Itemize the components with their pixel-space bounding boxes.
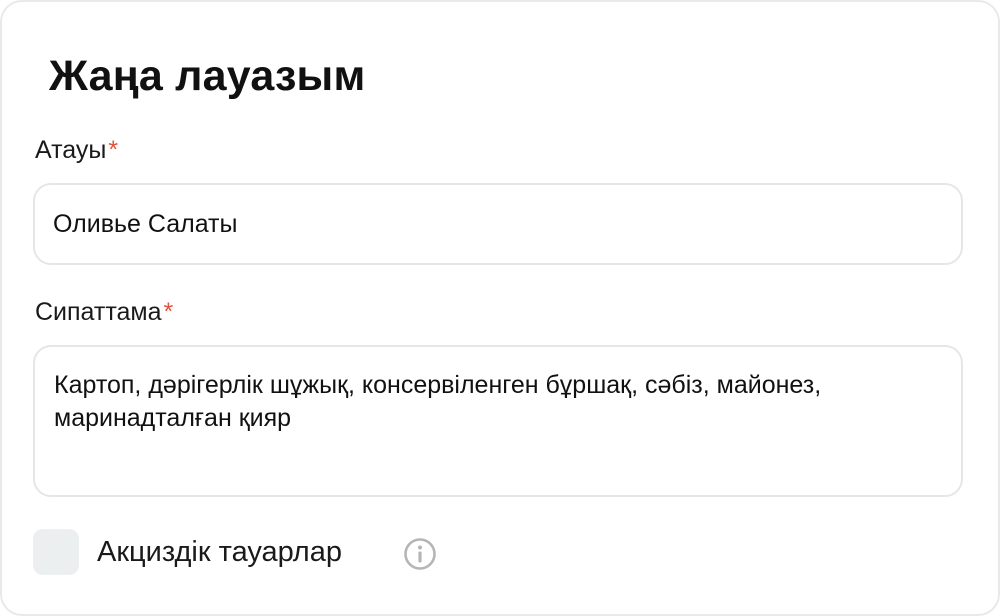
excise-goods-checkbox[interactable]: [33, 529, 79, 575]
excise-goods-label: Акциздік тауарлар: [97, 536, 342, 568]
description-label-text: Сипаттама: [35, 298, 162, 326]
description-field-label: Сипаттама*: [35, 297, 173, 327]
info-icon[interactable]: [403, 537, 437, 571]
page-title: Жаңа лауазым: [49, 52, 366, 100]
name-label-text: Атауы: [35, 136, 107, 164]
required-mark: *: [163, 298, 174, 326]
name-input[interactable]: [33, 183, 963, 265]
description-textarea[interactable]: Картоп, дәрігерлік шұжық, консервіленген…: [33, 345, 963, 497]
name-field-label: Атауы*: [35, 135, 118, 165]
new-position-card: Жаңа лауазым Атауы* Сипаттама* Картоп, д…: [0, 0, 1000, 616]
required-mark: *: [108, 136, 119, 164]
